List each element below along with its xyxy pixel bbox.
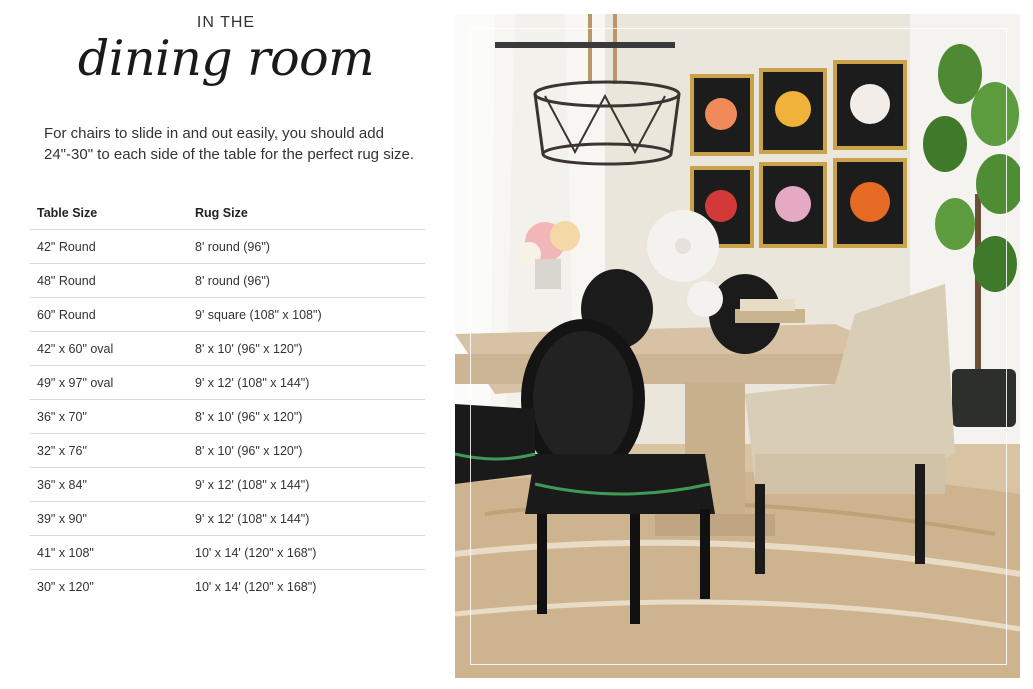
table-header: Table Size Rug Size <box>30 196 425 230</box>
table-row: 36" x 70" 8' x 10' (96" x 120") <box>30 400 425 434</box>
table-row: 41" x 108" 10' x 14' (120" x 168") <box>30 536 425 570</box>
table-size-cell: 32" x 76" <box>37 443 87 458</box>
table-size-cell: 60" Round <box>37 307 96 322</box>
table-row: 42" Round 8' round (96") <box>30 230 425 264</box>
rug-size-cell: 8' round (96") <box>195 239 270 254</box>
table-size-cell: 30" x 120" <box>37 579 94 594</box>
table-row: 42" x 60" oval 8' x 10' (96" x 120") <box>30 332 425 366</box>
content-column: IN THE dining room For chairs to slide i… <box>0 0 450 689</box>
header-table-size: Table Size <box>37 205 98 220</box>
table-size-cell: 48" Round <box>37 273 96 288</box>
table-size-cell: 39" x 90" <box>37 511 87 526</box>
table-size-cell: 41" x 108" <box>37 545 94 560</box>
page-title: dining room <box>77 30 375 87</box>
table-row: 39" x 90" 9' x 12' (108" x 144") <box>30 502 425 536</box>
rug-size-cell: 9' x 12' (108" x 144") <box>195 477 310 492</box>
table-size-cell: 36" x 70" <box>37 409 87 424</box>
table-size-cell: 42" x 60" oval <box>37 341 114 356</box>
intro-paragraph: For chairs to slide in and out easily, y… <box>44 125 415 163</box>
rug-size-cell: 10' x 14' (120" x 168") <box>195 545 317 560</box>
table-row: 60" Round 9' square (108" x 108") <box>30 298 425 332</box>
table-row: 48" Round 8' round (96") <box>30 264 425 298</box>
rug-size-cell: 9' x 12' (108" x 144") <box>195 511 310 526</box>
dining-room-photo <box>455 14 1020 678</box>
table-size-cell: 49" x 97" oval <box>37 375 114 390</box>
rug-size-cell: 8' x 10' (96" x 120") <box>195 409 303 424</box>
dining-room-illustration <box>455 14 1020 678</box>
rug-size-cell: 10' x 14' (120" x 168") <box>195 579 317 594</box>
rug-size-cell: 9' x 12' (108" x 144") <box>195 375 310 390</box>
table-row: 30" x 120" 10' x 14' (120" x 168") <box>30 570 425 603</box>
table-row: 32" x 76" 8' x 10' (96" x 120") <box>30 434 425 468</box>
rug-size-cell: 8' x 10' (96" x 120") <box>195 443 303 458</box>
rug-size-cell: 8' round (96") <box>195 273 270 288</box>
rug-size-cell: 9' square (108" x 108") <box>195 307 322 322</box>
rug-size-table: Table Size Rug Size 42" Round 8' round (… <box>30 196 425 603</box>
table-size-cell: 36" x 84" <box>37 477 87 492</box>
table-row: 49" x 97" oval 9' x 12' (108" x 144") <box>30 366 425 400</box>
table-row: 36" x 84" 9' x 12' (108" x 144") <box>30 468 425 502</box>
rug-size-cell: 8' x 10' (96" x 120") <box>195 341 303 356</box>
table-size-cell: 42" Round <box>37 239 96 254</box>
header-rug-size: Rug Size <box>195 205 248 220</box>
